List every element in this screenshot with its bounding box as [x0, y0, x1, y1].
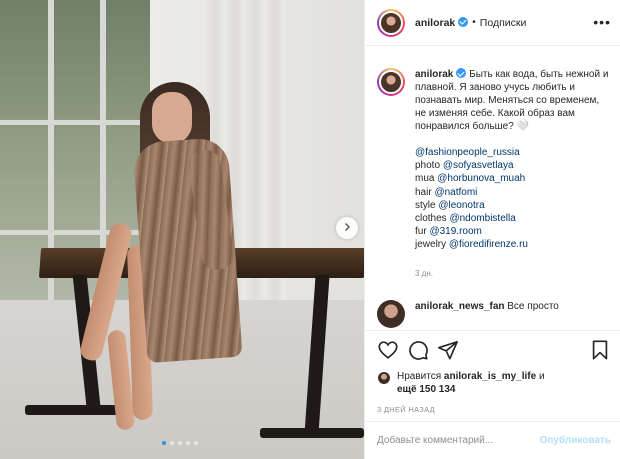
- carousel-dots: [162, 441, 198, 445]
- actions-bar: Нравится anilorak_is_my_life и ещё 150 1…: [365, 330, 620, 414]
- credit-role: clothes: [415, 213, 450, 225]
- credit-line: photo @sofyasvetlaya: [415, 159, 611, 172]
- credit-role: hair: [415, 186, 435, 198]
- likes-joiner: и: [536, 371, 545, 382]
- mention-link[interactable]: @sofyasvetlaya: [443, 160, 514, 171]
- add-comment-bar: Опубликовать: [365, 421, 620, 459]
- chevron-right-icon: [342, 222, 352, 235]
- likes-prefix: Нравится: [397, 371, 444, 382]
- mention-link[interactable]: @horbunova_muah: [437, 173, 525, 184]
- verified-icon: [456, 68, 467, 79]
- post-time[interactable]: 3 ДНЕЙ НАЗАД: [377, 405, 611, 414]
- post-panel: anilorak • Подписки ••• anilorak Быть ка…: [364, 0, 620, 459]
- mention-link[interactable]: @fioredifirenze.ru: [449, 239, 528, 250]
- likes-user[interactable]: anilorak_is_my_life: [444, 371, 536, 382]
- caption-username[interactable]: anilorak: [415, 69, 453, 80]
- share-icon[interactable]: [437, 339, 459, 361]
- likes-count[interactable]: ещё 150 134: [397, 384, 456, 395]
- avatar[interactable]: [377, 8, 405, 37]
- publish-button[interactable]: Опубликовать: [540, 435, 611, 446]
- credit-line: clothes @ndombistella: [415, 212, 611, 225]
- credit-line: style @leonotra: [415, 199, 611, 212]
- carousel-dot: [186, 441, 190, 445]
- credit-line: mua @horbunova_muah: [415, 172, 611, 185]
- credit-line: jewelry @fioredifirenze.ru: [415, 238, 611, 251]
- carousel-dot: [194, 441, 198, 445]
- comment-username[interactable]: anilorak_news_fan: [415, 301, 504, 312]
- credit-role: style: [415, 199, 439, 211]
- post-header: anilorak • Подписки •••: [365, 0, 620, 46]
- comment-input[interactable]: [377, 435, 540, 446]
- more-icon[interactable]: •••: [593, 14, 611, 30]
- comment-item: anilorak_news_fan Все просто: [377, 299, 611, 328]
- credit-role: jewelry: [415, 239, 449, 251]
- carousel-dot: [162, 441, 166, 445]
- comment-text: Все просто: [507, 300, 559, 312]
- caption: anilorak Быть как вода, быть нежной и пл…: [377, 68, 611, 280]
- caption-credits: @fashionpeople_russia photo @sofyasvetlay…: [415, 146, 611, 252]
- caption-time[interactable]: 3 дн.: [415, 267, 611, 280]
- credit-line: fur @319.room: [415, 225, 611, 238]
- likes-summary: Нравится anilorak_is_my_life и ещё 150 1…: [377, 371, 611, 396]
- mention-link[interactable]: @ndombistella: [449, 213, 515, 224]
- table-leg-base: [260, 428, 364, 438]
- credit-line: hair @natfomi: [415, 186, 611, 199]
- credit-line: @fashionpeople_russia: [415, 146, 611, 159]
- credit-role: photo: [415, 160, 443, 172]
- avatar[interactable]: [377, 371, 391, 385]
- carousel-next-button[interactable]: [336, 217, 358, 239]
- carousel-dot: [170, 441, 174, 445]
- caption-avatar[interactable]: [377, 68, 405, 96]
- credit-role: mua: [415, 173, 438, 185]
- heart-icon[interactable]: [377, 339, 399, 361]
- mention-link[interactable]: @fashionpeople_russia: [415, 147, 520, 158]
- header-username[interactable]: anilorak: [415, 17, 455, 29]
- following-button[interactable]: Подписки: [480, 17, 527, 29]
- avatar[interactable]: [377, 299, 405, 328]
- credit-role: fur: [415, 226, 430, 238]
- carousel-dot: [178, 441, 182, 445]
- verified-icon: [458, 16, 469, 27]
- header-separator: •: [472, 17, 476, 28]
- mention-link[interactable]: @319.room: [429, 226, 481, 237]
- mention-link[interactable]: @leonotra: [438, 200, 484, 211]
- mention-link[interactable]: @natfomi: [434, 187, 477, 198]
- post-photo[interactable]: [0, 0, 364, 459]
- comments-section: anilorak Быть как вода, быть нежной и пл…: [365, 46, 620, 329]
- table-leg-base: [25, 405, 125, 415]
- bookmark-icon[interactable]: [589, 339, 611, 361]
- comment-icon[interactable]: [407, 339, 429, 361]
